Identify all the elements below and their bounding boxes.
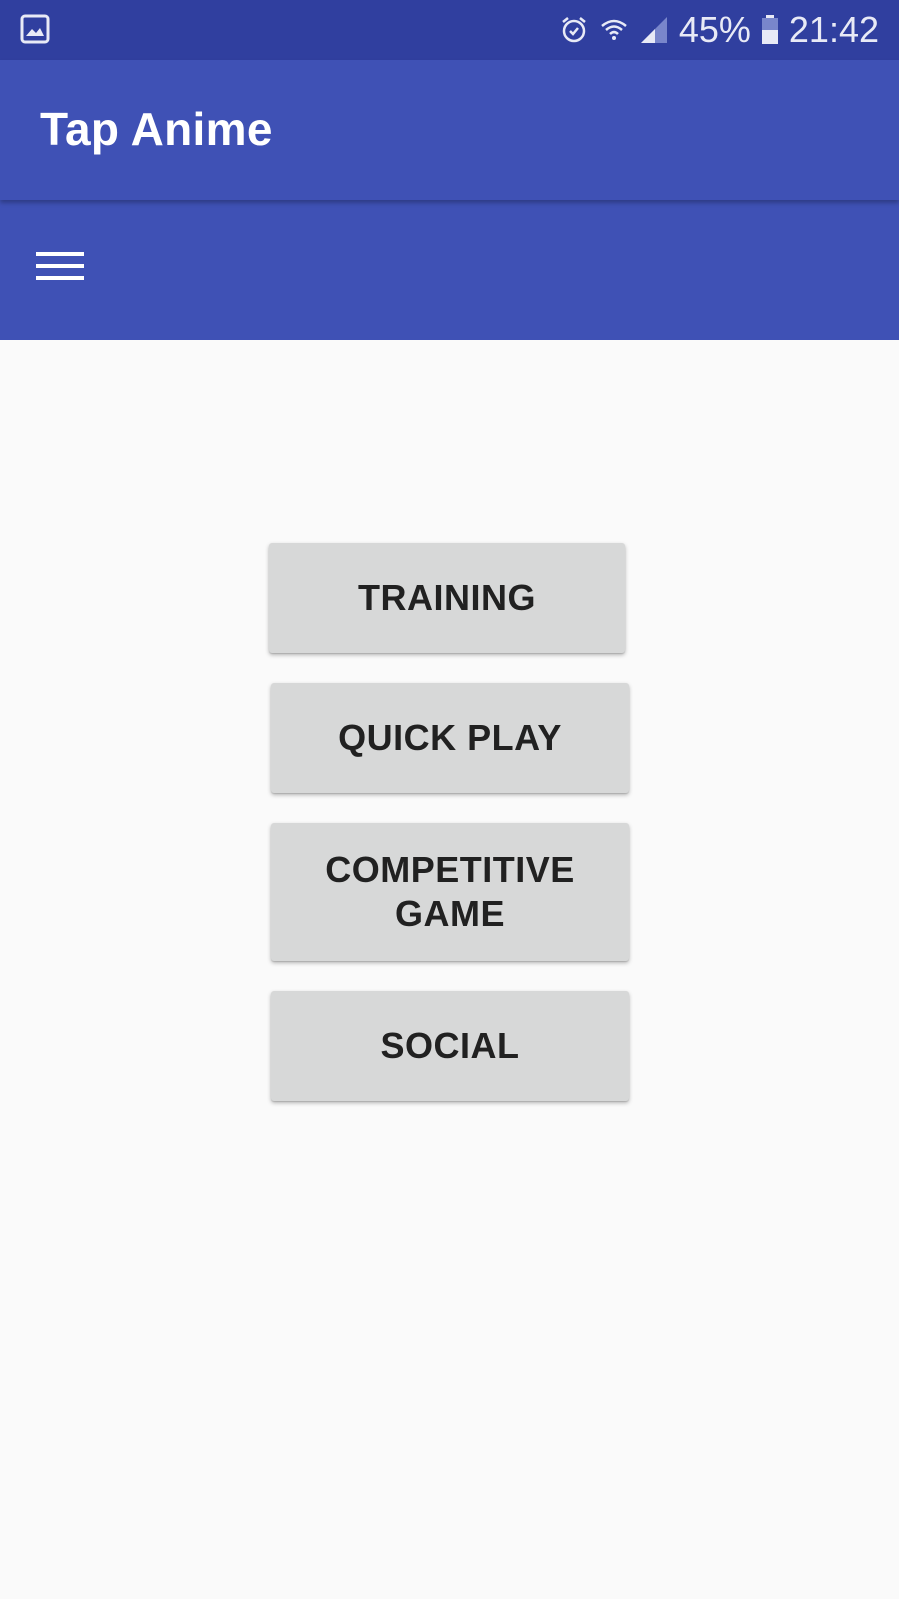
alarm-icon bbox=[562, 17, 586, 43]
main-content: TRAINING QUICK PLAY COMPETITIVE GAME SOC… bbox=[0, 340, 899, 1599]
app-title: Tap Anime bbox=[40, 103, 273, 155]
menu-bar-line bbox=[36, 264, 84, 268]
quick-play-button[interactable]: QUICK PLAY bbox=[271, 683, 629, 793]
wifi-icon bbox=[601, 19, 627, 40]
competitive-game-label: COMPETITIVE GAME bbox=[325, 848, 575, 936]
toolbar bbox=[0, 200, 899, 340]
social-button[interactable]: SOCIAL bbox=[271, 991, 629, 1101]
menu-bar-line bbox=[36, 276, 84, 280]
competitive-label-line1: COMPETITIVE bbox=[325, 849, 575, 890]
competitive-label-line2: GAME bbox=[395, 893, 505, 934]
menu-bar-line bbox=[36, 252, 84, 256]
image-icon bbox=[20, 14, 50, 44]
clock: 21:42 bbox=[788, 9, 879, 50]
hamburger-menu-icon[interactable] bbox=[36, 248, 84, 284]
status-bar: 45% 21:42 bbox=[0, 0, 899, 60]
status-indicators: 45% 21:42 bbox=[559, 0, 879, 60]
battery-percentage: 45% bbox=[678, 9, 751, 50]
training-button[interactable]: TRAINING bbox=[269, 543, 625, 653]
app-bar: Tap Anime bbox=[0, 60, 899, 200]
signal-icon bbox=[640, 17, 667, 43]
battery-icon bbox=[761, 15, 778, 44]
competitive-game-button[interactable]: COMPETITIVE GAME bbox=[271, 823, 629, 961]
